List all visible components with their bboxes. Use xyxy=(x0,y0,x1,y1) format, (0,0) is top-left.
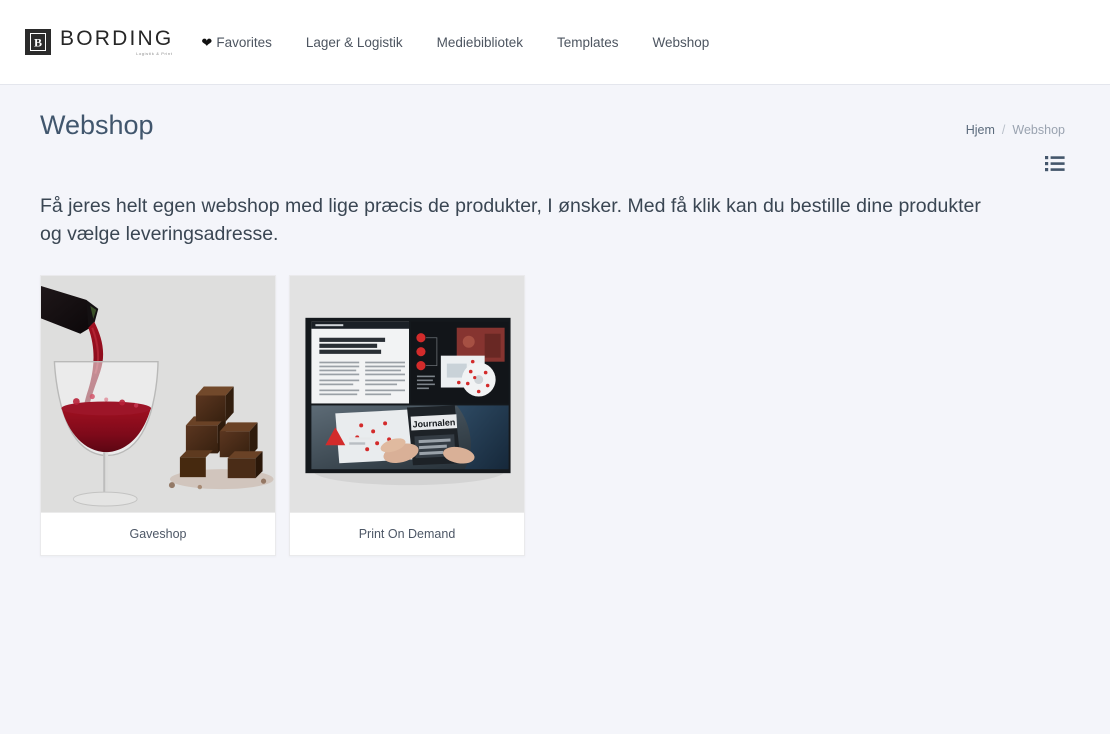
list-view-icon[interactable] xyxy=(1045,155,1065,173)
webshop-card-print-on-demand[interactable]: Journalen Print On Demand xyxy=(289,274,525,556)
nav-item-templates[interactable]: Templates xyxy=(557,35,619,50)
card-thumbnail-print-on-demand: Journalen xyxy=(290,275,524,513)
nav-item-label: Lager & Logistik xyxy=(305,34,403,50)
page-title: Webshop xyxy=(40,110,154,140)
breadcrumb-item-current: Webshop xyxy=(1012,123,1065,137)
brand-name: BORDING xyxy=(60,27,174,50)
breadcrumb-item-home[interactable]: Hjem xyxy=(966,123,995,137)
nav-item-label: Webshop xyxy=(652,34,710,50)
brand-tagline: Logistik & Print xyxy=(136,51,173,56)
nav-item-label: Templates xyxy=(556,34,619,50)
card-thumbnail-gaveshop xyxy=(41,275,275,513)
main-navigation: ❤ Favorites Lager & Logistik Mediebiblio… xyxy=(201,35,709,50)
nav-item-mediebibliotek[interactable]: Mediebibliotek xyxy=(437,35,523,50)
site-header: B BORDING Logistik & Print ❤ Favorites L… xyxy=(0,0,1110,85)
card-label-print-on-demand: Print On Demand xyxy=(290,512,524,555)
heart-icon: ❤ xyxy=(201,34,213,50)
card-label-gaveshop: Gaveshop xyxy=(41,512,275,555)
page-intro-text: Få jeres helt egen webshop med lige præc… xyxy=(40,195,981,246)
nav-item-label: Favorites xyxy=(216,34,272,50)
nav-item-label: Mediebibliotek xyxy=(436,34,523,50)
nav-item-favorites[interactable]: ❤ Favorites xyxy=(201,35,271,50)
webshop-card-gaveshop[interactable]: Gaveshop xyxy=(40,274,276,556)
brand-logo[interactable]: B BORDING Logistik & Print xyxy=(25,28,173,56)
nav-item-webshop[interactable]: Webshop xyxy=(653,35,710,50)
breadcrumb-separator: / xyxy=(1001,123,1006,137)
bording-b-monogram-icon: B xyxy=(25,29,51,55)
svg-text:B: B xyxy=(34,36,42,50)
nav-item-lager-logistik[interactable]: Lager & Logistik xyxy=(306,35,403,50)
webshop-card-grid: Gaveshop Journalen Print On Demand xyxy=(40,274,1065,556)
page-content: Webshop Hjem / Webshop Få jeres helt ege… xyxy=(0,85,1110,556)
page-header-row: Webshop Hjem / Webshop xyxy=(40,85,1065,141)
content-toolbar xyxy=(40,155,1065,177)
breadcrumb: Hjem / Webshop xyxy=(966,117,1065,137)
